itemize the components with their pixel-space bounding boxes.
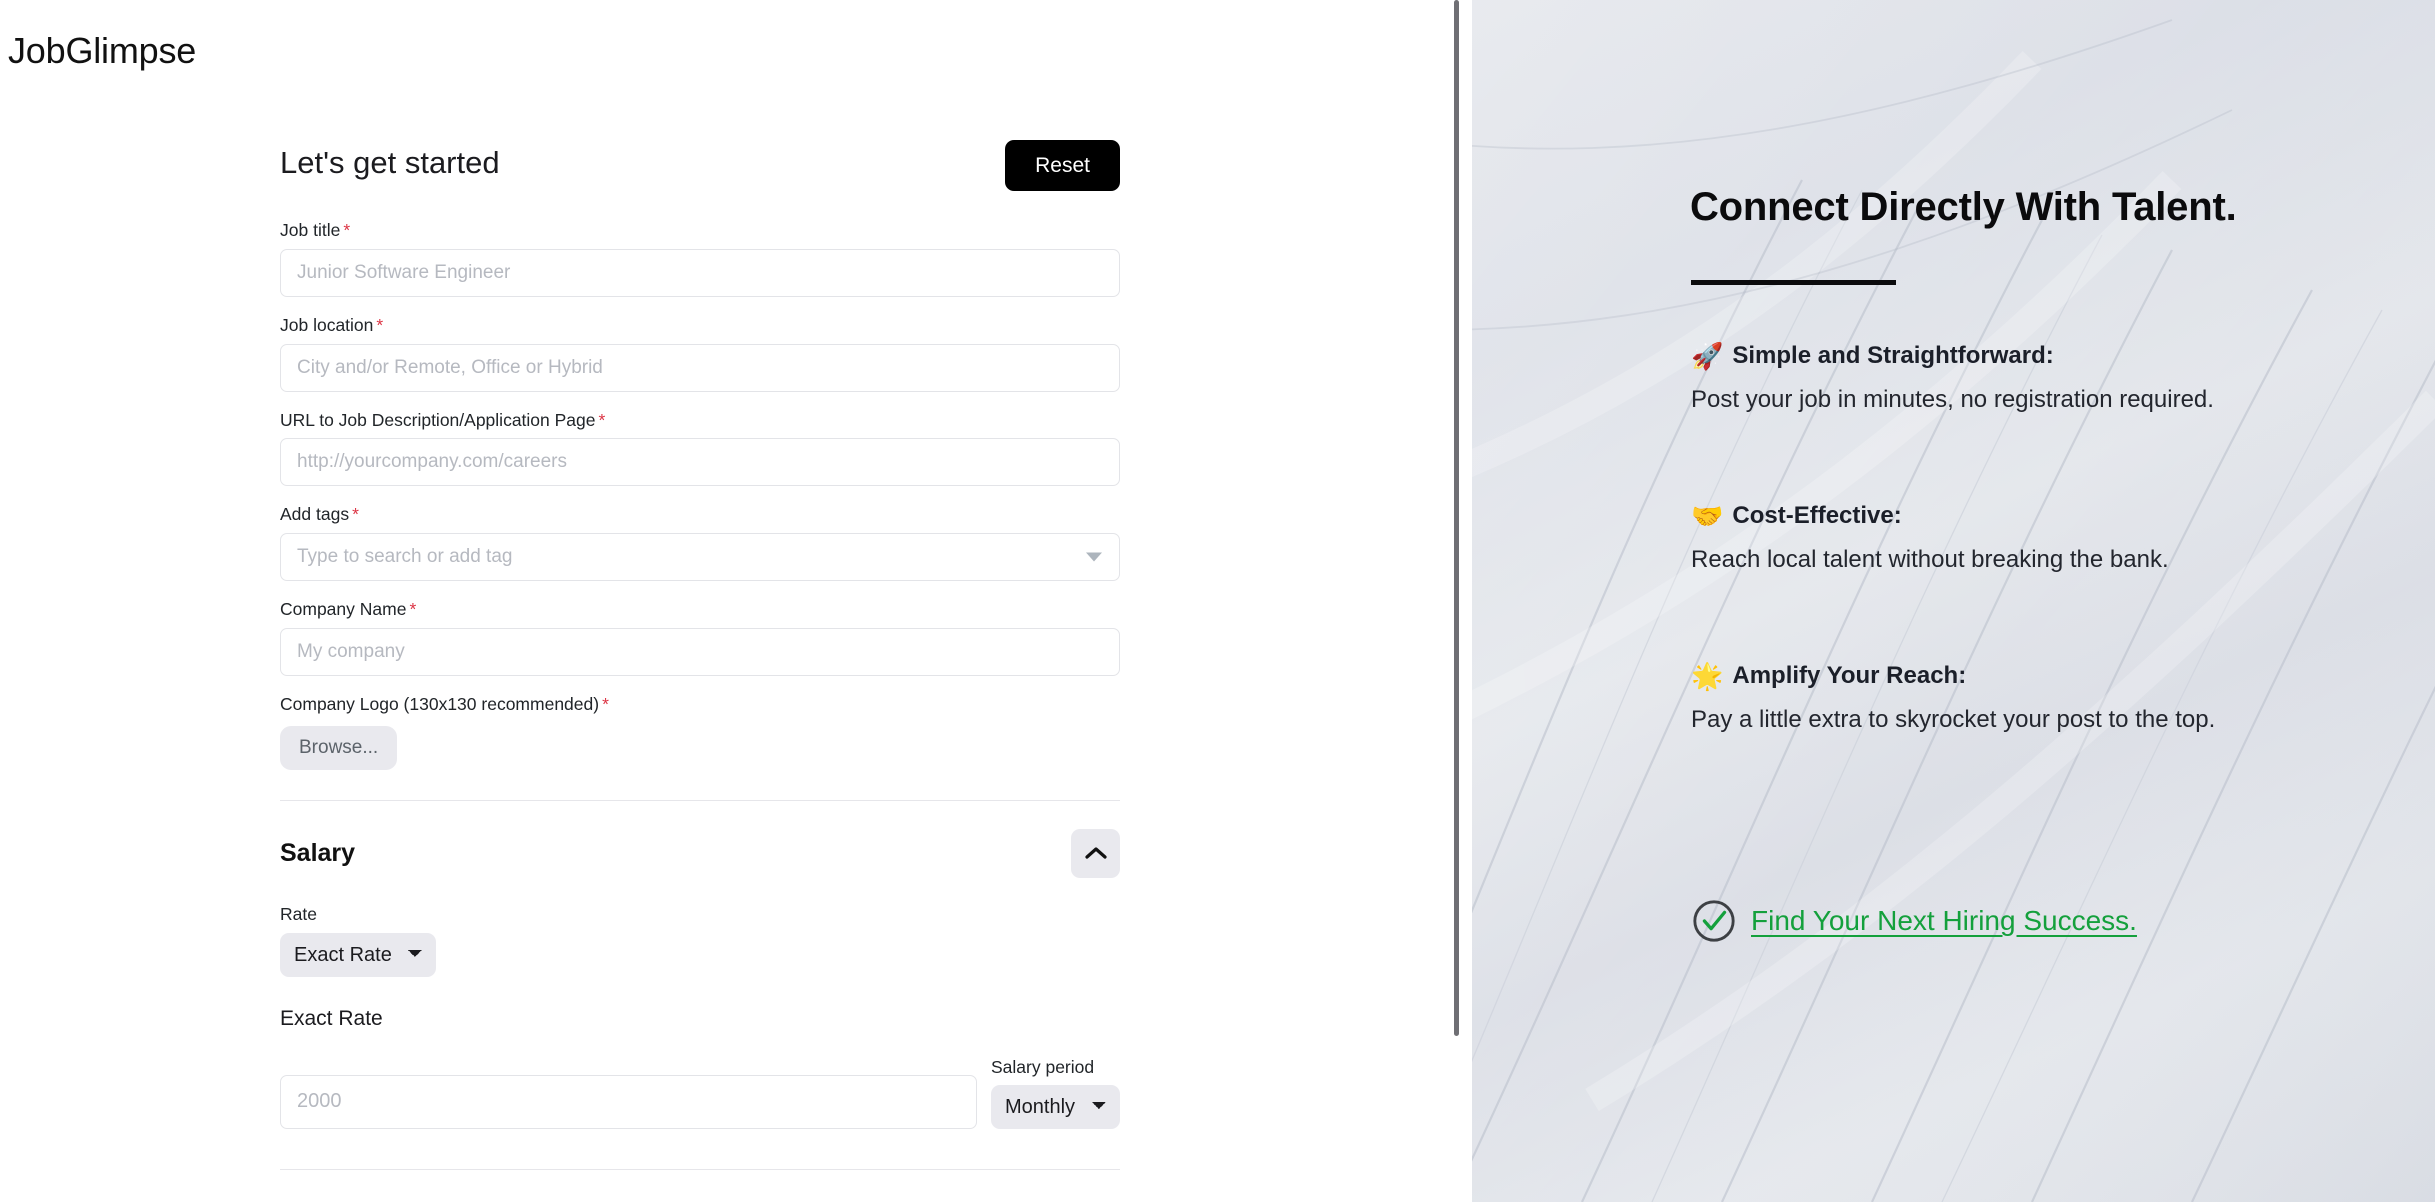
label-job-location: Job location * (280, 314, 1120, 337)
feature-title: Amplify Your Reach: (1732, 662, 1967, 689)
chevron-up-icon (1084, 847, 1107, 859)
feature-body: Post your job in minutes, no registratio… (1691, 386, 2214, 414)
label-job-url: URL to Job Description/Application Page * (280, 409, 1120, 432)
check-circle-icon (1693, 900, 1735, 942)
brand-logo[interactable]: JobGlimpse (8, 28, 196, 73)
feature-heading: 🤝 Cost-Effective: (1691, 500, 2391, 532)
rate-select[interactable]: Exact Rate (280, 932, 436, 977)
job-url-input[interactable] (280, 438, 1120, 487)
label-salary-period: Salary period (991, 1056, 1095, 1077)
feature-heading: 🚀 Simple and Straightforward: (1691, 340, 2391, 372)
field-job-title: Job title * (280, 219, 1120, 297)
feature-body: Reach local talent without breaking the … (1691, 546, 2169, 574)
rocket-icon: 🚀 (1691, 341, 1724, 372)
label-rate: Rate (280, 903, 317, 924)
field-job-location: Job location * (280, 314, 1120, 392)
feature-heading: 🌟 Amplify Your Reach: (1691, 660, 2391, 692)
scrollbar-thumb[interactable] (1454, 0, 1459, 1036)
label-text: Company Name (280, 599, 407, 619)
required-asterisk: * (409, 599, 417, 619)
salary-section-title: Salary (280, 838, 356, 867)
promo-headline: Connect Directly With Talent. (1690, 185, 2237, 229)
handshake-icon: 🤝 (1691, 501, 1724, 532)
label-exact-rate: Exact Rate (280, 1006, 383, 1030)
required-asterisk: * (376, 314, 384, 335)
label-text: URL to Job Description/Application Page (280, 409, 596, 430)
field-company-logo: Company Logo (130x130 recommended) * Brow… (280, 693, 1120, 770)
add-tags-input[interactable] (280, 533, 1120, 581)
feature-item: 🌟 Amplify Your Reach: Pay a little extra… (1691, 660, 2391, 737)
required-asterisk: * (352, 504, 359, 525)
form-pane: JobGlimpse Let's get started Reset Job t… (0, 0, 1472, 1202)
feature-title: Cost-Effective: (1732, 502, 1902, 529)
promo-cta[interactable]: Find Your Next Hiring Success. (1691, 898, 2137, 944)
label-text: Job location (280, 314, 374, 335)
field-job-url: URL to Job Description/Application Page * (280, 409, 1120, 487)
job-location-input[interactable] (280, 343, 1120, 392)
form-header: Let's get started Reset (280, 140, 1120, 202)
salary-period-select[interactable]: Monthly (991, 1084, 1120, 1129)
tags-combobox[interactable] (280, 533, 1120, 581)
required-asterisk: * (598, 409, 606, 430)
label-text: Add tags (280, 504, 350, 525)
salary-period-group: Salary period Monthly (991, 1057, 1120, 1129)
app-root: JobGlimpse Let's get started Reset Job t… (0, 0, 2435, 1202)
job-title-input[interactable] (280, 248, 1120, 297)
page-title: Let's get started (280, 145, 500, 180)
label-text: Company Logo (130x130 recommended) (280, 693, 600, 714)
required-asterisk: * (602, 693, 609, 714)
exact-rate-input[interactable] (280, 1074, 977, 1129)
field-add-tags: Add tags * (280, 503, 1120, 581)
reset-button[interactable]: Reset (1005, 140, 1120, 192)
label-company-logo: Company Logo (130x130 recommended) * (280, 693, 1120, 716)
background-texture (1472, 0, 2435, 1202)
feature-title: Simple and Straightforward: (1732, 342, 2054, 369)
cta-link-text[interactable]: Find Your Next Hiring Success. (1751, 905, 2137, 937)
salary-collapse-button[interactable] (1071, 828, 1120, 878)
required-asterisk: * (343, 220, 351, 240)
browse-file-button[interactable]: Browse... (280, 725, 398, 770)
headline-underline-rule (1691, 280, 1896, 285)
salary-section-header: Salary (280, 828, 1120, 878)
label-add-tags: Add tags * (280, 503, 1120, 526)
job-post-form: Let's get started Reset Job title* Job l… (280, 140, 1120, 1202)
promo-pane: Connect Directly With Talent. 🚀 Simple a… (1472, 0, 2435, 1202)
feature-item: 🤝 Cost-Effective: Reach local talent wit… (1691, 500, 2391, 577)
feature-item: 🚀 Simple and Straightforward: Post your … (1691, 340, 2391, 417)
label-company-name: Company Name * (280, 598, 1120, 621)
star-medal-icon: 🌟 (1691, 661, 1724, 692)
field-company-name: Company Name * (280, 598, 1120, 676)
label-text: Job title (280, 220, 341, 240)
exact-rate-row: Salary period Monthly (280, 1057, 1120, 1129)
section-divider (280, 799, 1120, 801)
feature-body: Pay a little extra to skyrocket your pos… (1691, 706, 2216, 734)
marble-arcs-graphic (1472, 0, 2435, 1202)
label-job-title: Job title * (280, 219, 1120, 242)
section-divider-bottom (280, 1168, 1120, 1170)
company-name-input[interactable] (280, 627, 1120, 676)
page-scrollbar[interactable] (1454, 0, 1466, 1202)
